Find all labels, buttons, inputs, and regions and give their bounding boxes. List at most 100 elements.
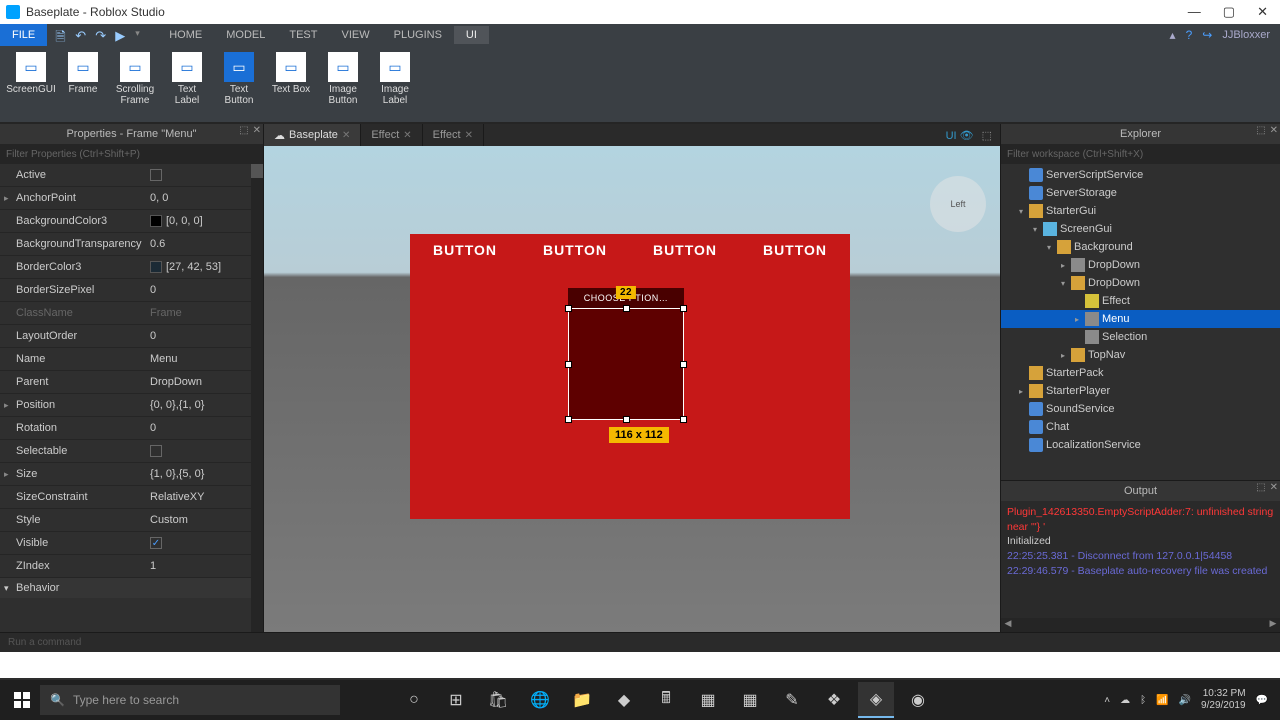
new-icon[interactable]: 🗎 [55, 28, 69, 42]
tree-expand-icon[interactable]: ▸ [1061, 261, 1071, 270]
app-icon[interactable]: ✎ [774, 682, 810, 718]
resize-handle[interactable] [623, 416, 630, 423]
ribbon-screengui[interactable]: ▭ScreenGUI [6, 50, 56, 118]
resize-handle[interactable] [680, 416, 687, 423]
property-row-layoutorder[interactable]: LayoutOrder0 [0, 325, 263, 348]
calc-icon[interactable]: 🖩 [648, 682, 684, 718]
tab-close-icon[interactable]: ✕ [465, 130, 473, 141]
output-scrollbar[interactable]: ◀▶ [1001, 618, 1280, 632]
property-value[interactable]: Frame [150, 307, 263, 319]
ribbon-text-box[interactable]: ▭Text Box [266, 50, 316, 118]
tree-item-chat[interactable]: Chat [1001, 418, 1280, 436]
menu-tab-view[interactable]: VIEW [329, 26, 381, 44]
property-row-sizeconstraint[interactable]: SizeConstraintRelativeXY [0, 486, 263, 509]
property-row-size[interactable]: ▸Size{1, 0},{5, 0} [0, 463, 263, 486]
property-value[interactable]: Custom [150, 514, 263, 526]
share-icon[interactable]: ↪ [1202, 28, 1212, 42]
property-row-bordercolor3[interactable]: BorderColor3[27, 42, 53] [0, 256, 263, 279]
tab-close-icon[interactable]: ✕ [342, 130, 350, 141]
doc-tab-baseplate[interactable]: ☁Baseplate✕ [264, 124, 361, 146]
start-button[interactable] [4, 682, 40, 718]
property-row-style[interactable]: StyleCustom [0, 509, 263, 532]
camera-widget[interactable]: Left [930, 176, 986, 232]
tree-expand-icon[interactable]: ▾ [1019, 207, 1029, 216]
tree-item-starterpack[interactable]: StarterPack [1001, 364, 1280, 382]
property-row-active[interactable]: Active [0, 164, 263, 187]
panel-pin-icon[interactable]: ⬚ [1256, 125, 1265, 136]
tree-item-dropdown[interactable]: ▸DropDown [1001, 256, 1280, 274]
ribbon-text-label[interactable]: ▭Text Label [162, 50, 212, 118]
tree-item-selection[interactable]: Selection [1001, 328, 1280, 346]
tree-expand-icon[interactable]: ▾ [1061, 279, 1071, 288]
selected-frame-menu[interactable]: 116 x 112 [568, 308, 684, 420]
resize-handle[interactable] [680, 305, 687, 312]
onedrive-icon[interactable]: ☁ [1120, 695, 1130, 706]
checkbox[interactable] [150, 169, 162, 181]
property-value[interactable]: [27, 42, 53] [150, 261, 263, 273]
tree-item-effect[interactable]: Effect [1001, 292, 1280, 310]
tree-item-screengui[interactable]: ▾ScreenGui [1001, 220, 1280, 238]
volume-icon[interactable]: 🔊 [1179, 695, 1191, 706]
ribbon-image-label[interactable]: ▭Image Label [370, 50, 420, 118]
menu-tab-ui[interactable]: UI [454, 26, 489, 44]
taskbar-clock[interactable]: 10:32 PM 9/29/2019 [1201, 688, 1246, 712]
help-icon[interactable]: ? [1186, 28, 1193, 42]
property-value[interactable] [150, 169, 263, 181]
ribbon-scrolling-frame[interactable]: ▭Scrolling Frame [110, 50, 160, 118]
close-button[interactable]: ✕ [1257, 4, 1268, 20]
menu-tab-plugins[interactable]: PLUGINS [382, 26, 454, 44]
property-row-classname[interactable]: ClassNameFrame [0, 302, 263, 325]
bluetooth-icon[interactable]: ᛒ [1140, 695, 1146, 706]
explorer-icon[interactable]: 📁 [564, 682, 600, 718]
property-row-backgroundcolor3[interactable]: BackgroundColor3[0, 0, 0] [0, 210, 263, 233]
app-icon[interactable]: ❖ [816, 682, 852, 718]
checkbox[interactable]: ✓ [150, 537, 162, 549]
tree-expand-icon[interactable]: ▸ [1075, 315, 1085, 324]
cortana-icon[interactable]: ○ [396, 682, 432, 718]
qat-dropdown-icon[interactable]: ▾ [135, 28, 149, 42]
panel-close-icon[interactable]: ✕ [1270, 482, 1278, 493]
property-row-parent[interactable]: ParentDropDown [0, 371, 263, 394]
roblox-icon[interactable]: ◆ [606, 682, 642, 718]
username[interactable]: JJBloxxer [1222, 29, 1270, 41]
roblox-studio-icon[interactable]: ◈ [858, 682, 894, 718]
doc-tab-effect[interactable]: Effect✕ [361, 124, 422, 146]
property-value[interactable]: 1 [150, 560, 263, 572]
resize-handle[interactable] [565, 416, 572, 423]
store-icon[interactable]: 🛍 [480, 682, 516, 718]
explorer-filter[interactable]: Filter workspace (Ctrl+Shift+X) [1001, 144, 1280, 164]
tree-item-soundservice[interactable]: SoundService [1001, 400, 1280, 418]
maximize-button[interactable]: ▢ [1223, 4, 1235, 20]
property-row-visible[interactable]: Visible✓ [0, 532, 263, 555]
tree-item-dropdown[interactable]: ▾DropDown [1001, 274, 1280, 292]
ribbon-text-button[interactable]: ▭Text Button [214, 50, 264, 118]
property-row-anchorpoint[interactable]: ▸AnchorPoint0, 0 [0, 187, 263, 210]
panel-close-icon[interactable]: ✕ [253, 125, 261, 136]
chrome-icon[interactable]: 🌐 [522, 682, 558, 718]
property-row-zindex[interactable]: ZIndex1 [0, 555, 263, 578]
property-row-position[interactable]: ▸Position{0, 0},{1, 0} [0, 394, 263, 417]
menu-tab-test[interactable]: TEST [277, 26, 329, 44]
checkbox[interactable] [150, 445, 162, 457]
property-value[interactable]: DropDown [150, 376, 263, 388]
resize-handle[interactable] [565, 361, 572, 368]
command-bar[interactable]: Run a command [0, 632, 1280, 652]
ribbon-frame[interactable]: ▭Frame [58, 50, 108, 118]
tree-item-serverscriptservice[interactable]: ServerScriptService [1001, 166, 1280, 184]
resize-handle[interactable] [565, 305, 572, 312]
resize-handle[interactable] [623, 305, 630, 312]
tree-expand-icon[interactable]: ▸ [1061, 351, 1071, 360]
undo-icon[interactable]: ↶ [75, 28, 89, 42]
doc-tab-effect[interactable]: Effect✕ [423, 124, 484, 146]
minimize-button[interactable]: — [1188, 4, 1201, 20]
property-value[interactable]: Menu [150, 353, 263, 365]
panel-close-icon[interactable]: ✕ [1270, 125, 1278, 136]
redo-icon[interactable]: ↷ [95, 28, 109, 42]
play-icon[interactable]: ▶ [115, 28, 129, 42]
properties-filter[interactable]: Filter Properties (Ctrl+Shift+P) [0, 144, 263, 164]
property-value[interactable]: 0 [150, 330, 263, 342]
property-value[interactable]: ✓ [150, 537, 263, 549]
property-row-backgroundtransparency[interactable]: BackgroundTransparency0.6 [0, 233, 263, 256]
viewport-3d[interactable]: Left BUTTONBUTTONBUTTONBUTTON CHOOSE PTI… [264, 146, 1000, 632]
notifications-icon[interactable]: 💬 [1256, 695, 1268, 706]
